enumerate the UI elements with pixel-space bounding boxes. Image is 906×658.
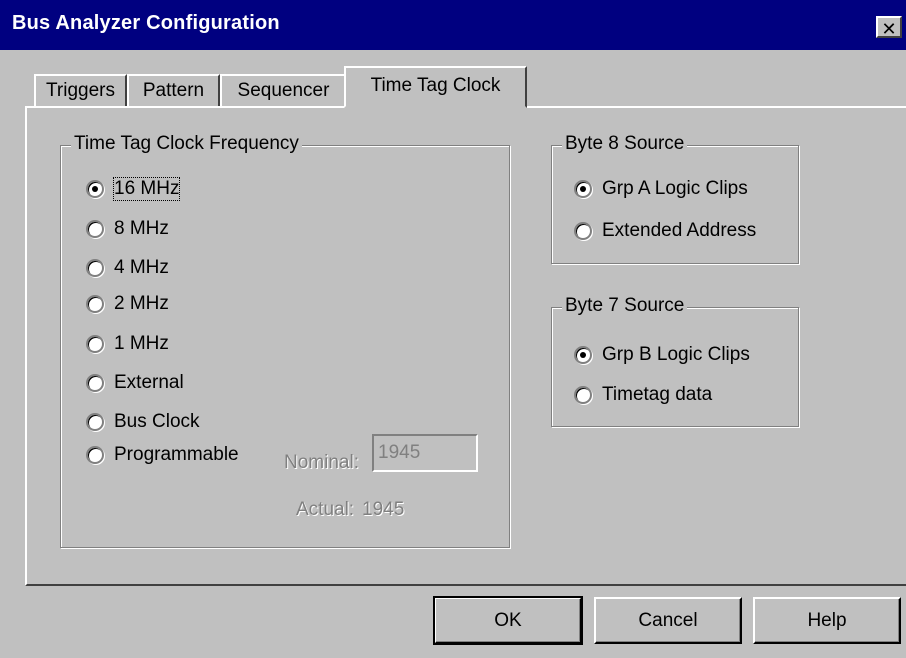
radio-button[interactable] (86, 446, 104, 464)
radio-selected-dot (580, 352, 586, 358)
radio-bus-clock[interactable]: Bus Clock (86, 410, 200, 434)
radio-button[interactable] (86, 180, 104, 198)
close-icon[interactable]: ✕ (876, 16, 902, 39)
radio-1mhz[interactable]: 1 MHz (86, 332, 169, 356)
radio-2mhz[interactable]: 2 MHz (86, 292, 169, 316)
radio-label: Timetag data (602, 384, 713, 405)
byte8-groupbox: Byte 8 Source (551, 133, 799, 264)
nominal-label: Nominal: (284, 452, 359, 473)
radio-label: 16 MHz (112, 177, 181, 201)
frequency-group-legend: Time Tag Clock Frequency (71, 133, 302, 155)
actual-label: Actual: (296, 499, 355, 520)
radio-label: 4 MHz (114, 257, 169, 278)
radio-4mhz[interactable]: 4 MHz (86, 256, 169, 280)
radio-label: 8 MHz (114, 218, 169, 239)
radio-label: 2 MHz (114, 293, 169, 314)
tab-triggers[interactable]: Triggers (34, 74, 127, 106)
radio-button[interactable] (574, 386, 592, 404)
radio-button[interactable] (574, 222, 592, 240)
radio-label: Grp B Logic Clips (602, 344, 750, 365)
radio-button[interactable] (574, 180, 592, 198)
radio-button[interactable] (86, 413, 104, 431)
radio-label: 1 MHz (114, 333, 169, 354)
radio-selected-dot (92, 186, 98, 192)
byte7-groupbox: Byte 7 Source (551, 295, 799, 427)
radio-button[interactable] (86, 259, 104, 277)
radio-grp-a-logic-clips[interactable]: Grp A Logic Clips (574, 177, 748, 201)
radio-button[interactable] (86, 220, 104, 238)
radio-external[interactable]: External (86, 371, 184, 395)
byte8-group-legend: Byte 8 Source (562, 133, 688, 155)
radio-button[interactable] (86, 335, 104, 353)
radio-label: Programmable (114, 444, 239, 465)
radio-label: External (114, 372, 184, 393)
help-button[interactable]: Help (753, 597, 901, 644)
title-bar: Bus Analyzer Configuration ✕ (0, 0, 906, 50)
radio-8mhz[interactable]: 8 MHz (86, 217, 169, 241)
byte7-group-legend: Byte 7 Source (562, 295, 688, 317)
radio-extended-address[interactable]: Extended Address (574, 219, 756, 243)
radio-label: Extended Address (602, 220, 757, 241)
nominal-input[interactable]: 1945 (372, 434, 478, 472)
radio-button[interactable] (86, 374, 104, 392)
cancel-button[interactable]: Cancel (594, 597, 742, 644)
radio-grp-b-logic-clips[interactable]: Grp B Logic Clips (574, 343, 750, 367)
radio-label: Grp A Logic Clips (602, 178, 748, 199)
radio-programmable[interactable]: Programmable (86, 443, 239, 467)
tab-sequencer[interactable]: Sequencer (220, 74, 347, 106)
radio-label: Bus Clock (114, 411, 200, 432)
radio-16mhz[interactable]: 16 MHz (86, 177, 181, 201)
radio-button[interactable] (574, 346, 592, 364)
tab-time-tag-clock[interactable]: Time Tag Clock (344, 66, 527, 108)
actual-value: 1945 (362, 499, 405, 520)
radio-timetag-data[interactable]: Timetag data (574, 383, 712, 407)
window-title: Bus Analyzer Configuration (12, 12, 280, 34)
tab-pattern[interactable]: Pattern (127, 74, 220, 106)
ok-button[interactable]: OK (433, 596, 583, 645)
radio-button[interactable] (86, 295, 104, 313)
radio-selected-dot (580, 186, 586, 192)
